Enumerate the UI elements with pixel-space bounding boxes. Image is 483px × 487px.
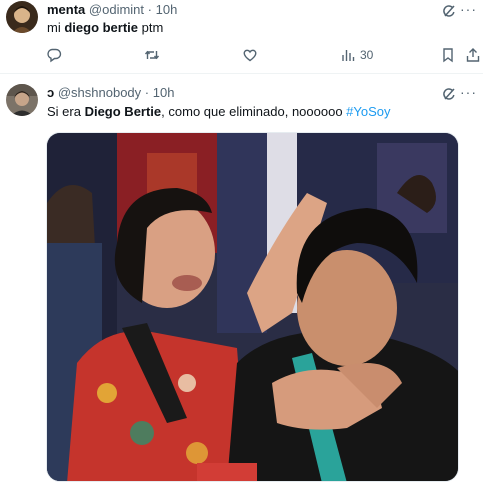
bookmark-button[interactable] [440, 45, 456, 65]
tweet-text-end: ptm [138, 20, 164, 35]
views-count: 30 [360, 48, 374, 62]
retweet-icon [144, 50, 160, 60]
tweet-actions: 30 [40, 45, 483, 65]
share-icon [466, 48, 480, 62]
tweet-header: ↄ @shshnobody · 10h [47, 85, 174, 100]
avatar[interactable] [6, 1, 38, 33]
more-icon[interactable]: ··· [460, 1, 477, 17]
grok-icon[interactable] [441, 3, 457, 19]
tweet-text-start: Si era [47, 104, 85, 119]
reply-button[interactable] [46, 45, 62, 65]
separator-dot: · [147, 2, 152, 17]
tweet-text: Si era Diego Bertie, como que eliminado,… [47, 104, 391, 119]
tweet-1[interactable]: menta @odimint · 10h ··· mi diego bertie… [0, 0, 483, 74]
reply-icon [47, 48, 62, 63]
tweet-2[interactable]: ↄ @shshnobody · 10h ··· Si era Diego Ber… [0, 75, 483, 487]
more-icon[interactable]: ··· [460, 84, 477, 100]
tweet-header: menta @odimint · 10h [47, 2, 177, 17]
bookmark-icon [443, 48, 453, 63]
timestamp[interactable]: 10h [156, 2, 178, 17]
like-button[interactable] [242, 45, 258, 65]
views-icon [342, 50, 355, 61]
share-button[interactable] [465, 45, 481, 65]
tweet-media-photo[interactable] [46, 132, 459, 482]
photo-image [47, 133, 458, 481]
tweet-text-bold: diego bertie [64, 20, 139, 35]
display-name[interactable]: menta [47, 2, 85, 17]
display-name[interactable]: ↄ [47, 85, 54, 100]
hashtag-link[interactable]: #YoSoy [346, 104, 390, 119]
grok-icon[interactable] [441, 86, 457, 102]
like-icon [243, 49, 257, 62]
separator-dot: · [144, 85, 150, 100]
timestamp[interactable]: 10h [153, 85, 175, 100]
tweet-text-bold: Diego Bertie [84, 104, 162, 119]
retweet-button[interactable] [144, 45, 160, 65]
views-button[interactable]: 30 [340, 45, 373, 65]
user-handle[interactable]: @shshnobody [58, 85, 141, 100]
tweet-text-start: mi [47, 20, 65, 35]
user-handle[interactable]: @odimint [89, 2, 144, 17]
avatar[interactable] [6, 84, 38, 116]
tweet-text: mi diego bertie ptm [47, 20, 163, 35]
tweet-text-middle: , como que eliminado, noooooo [161, 104, 347, 119]
